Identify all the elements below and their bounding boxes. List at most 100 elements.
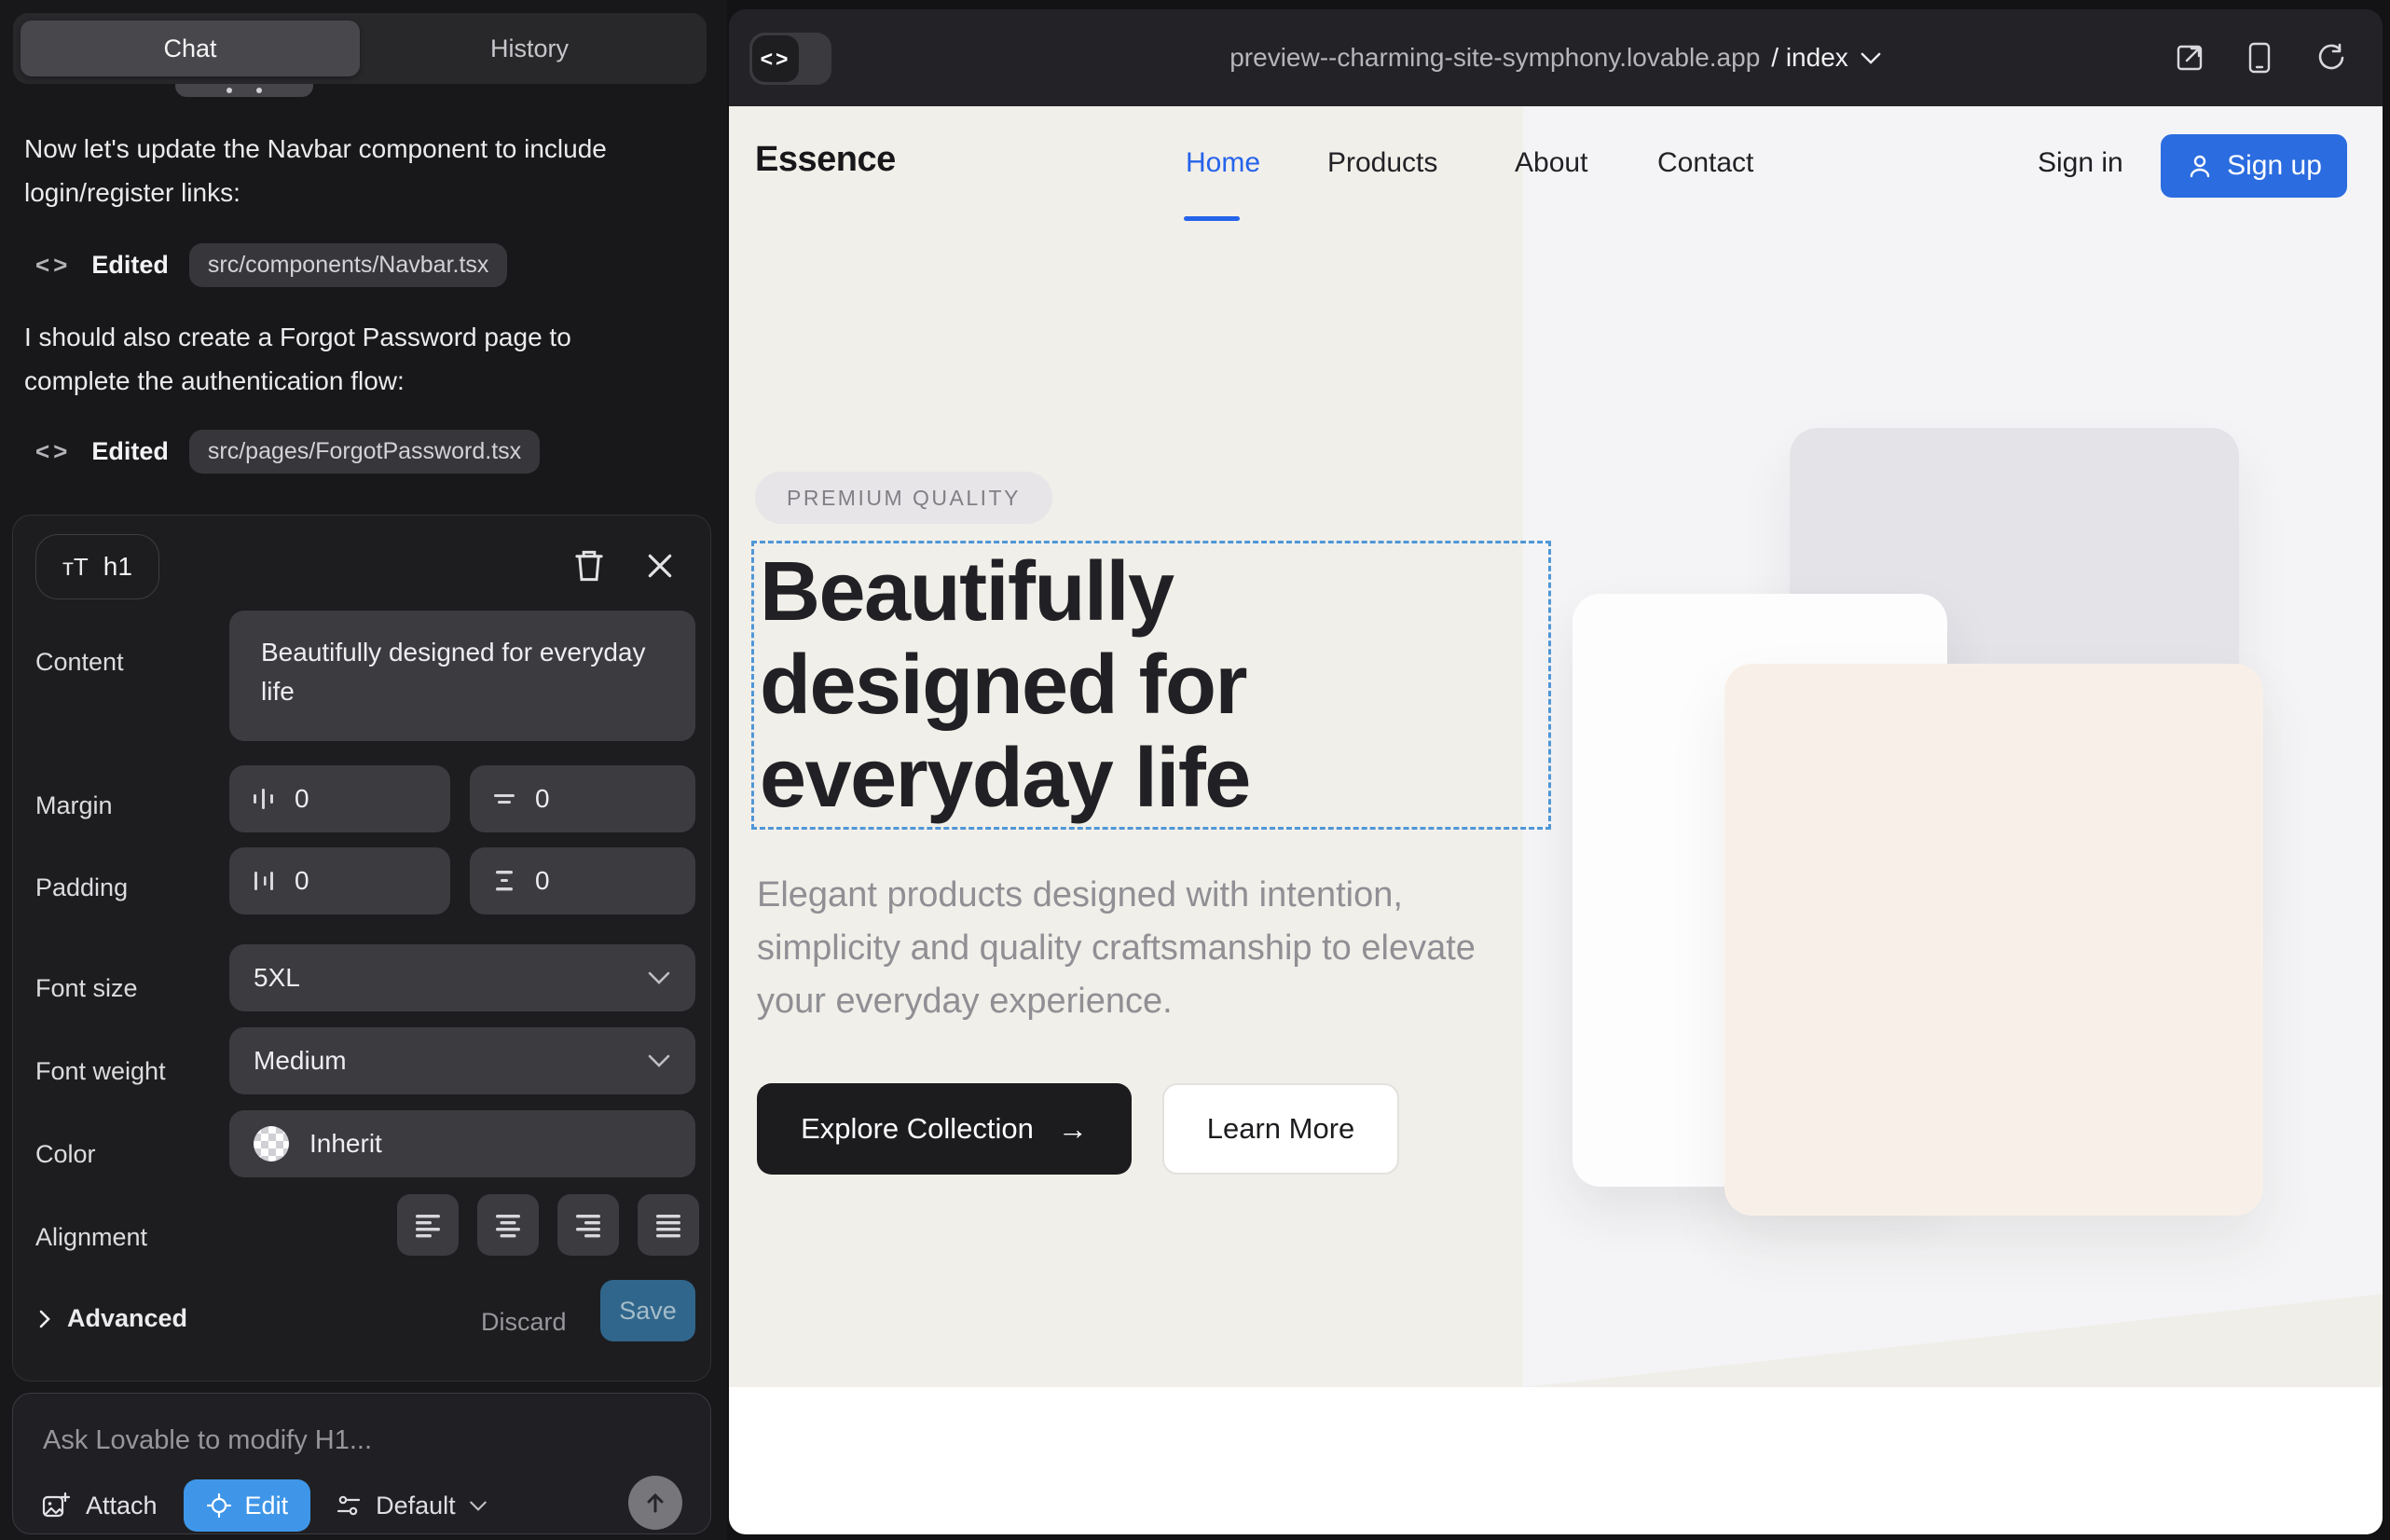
composer-input[interactable]: Ask Lovable to modify H1... [43, 1425, 372, 1456]
explore-collection-button[interactable]: Explore Collection → [757, 1083, 1132, 1175]
chat-sidebar: Chat History Now let's update the Navbar… [0, 0, 727, 1540]
delete-element-button[interactable] [569, 545, 610, 586]
lovable-app: Chat History Now let's update the Navbar… [0, 0, 2390, 1540]
hero-paragraph: Elegant products designed with intention… [757, 869, 1503, 1028]
padding-horizontal-icon [252, 868, 276, 894]
font-size-value: 5XL [254, 963, 300, 993]
mobile-view-button[interactable] [2246, 41, 2273, 75]
sign-up-label: Sign up [2227, 150, 2322, 182]
chevron-down-icon [1860, 51, 1882, 65]
open-external-button[interactable] [2174, 42, 2205, 74]
chat-history-tabbar: Chat History [13, 13, 707, 84]
assistant-message: Now let's update the Navbar component to… [24, 127, 639, 214]
margin-vertical-icon [492, 786, 516, 812]
decorative-card-cream [1724, 664, 2263, 1216]
nav-active-underline [1184, 216, 1240, 221]
color-value: Inherit [309, 1129, 382, 1159]
attach-button[interactable]: Attach [41, 1491, 158, 1520]
nav-link-products[interactable]: Products [1327, 147, 1437, 179]
nav-link-contact[interactable]: Contact [1657, 147, 1753, 179]
chevron-down-icon [647, 970, 671, 985]
site-logo[interactable]: Essence [755, 140, 896, 180]
close-icon [645, 551, 675, 581]
external-link-icon [2174, 42, 2205, 74]
align-center-button[interactable] [477, 1194, 539, 1256]
trash-icon [572, 548, 606, 584]
site-preview-page: Essence Home Products About Contact Sign… [729, 106, 2383, 1534]
margin-x-value: 0 [295, 784, 309, 814]
browser-actions [2174, 9, 2345, 106]
attach-label: Attach [86, 1492, 158, 1520]
color-label: Color [35, 1140, 96, 1169]
color-swatch-icon [254, 1126, 289, 1162]
margin-horizontal-icon [252, 786, 276, 812]
padding-x-value: 0 [295, 866, 309, 896]
hero-section: Essence Home Products About Contact Sign… [729, 106, 2383, 1387]
alignment-label: Alignment [35, 1223, 147, 1252]
content-label: Content [35, 648, 124, 677]
align-left-icon [412, 1209, 444, 1241]
edited-file-row: <> Edited src/pages/ForgotPassword.tsx [35, 427, 540, 475]
sign-up-button[interactable]: Sign up [2161, 134, 2347, 198]
learn-more-button[interactable]: Learn More [1162, 1083, 1399, 1175]
chevron-right-icon [37, 1308, 52, 1330]
padding-y-input[interactable]: 0 [470, 847, 695, 914]
user-icon [2186, 152, 2214, 180]
padding-x-input[interactable]: 0 [229, 847, 450, 914]
edited-file-row: <> Edited src/components/Navbar.tsx [35, 241, 507, 289]
align-right-icon [572, 1209, 604, 1241]
url-domain: preview--charming-site-symphony.lovable.… [1229, 43, 1760, 73]
close-panel-button[interactable] [639, 545, 680, 586]
attach-image-icon [41, 1491, 71, 1520]
font-weight-select[interactable]: Medium [229, 1027, 695, 1094]
discard-button[interactable]: Discard [481, 1308, 567, 1337]
element-tag-label: h1 [103, 552, 132, 582]
tab-chat[interactable]: Chat [21, 21, 360, 76]
composer-toolbar: Attach Edit Defaul [41, 1479, 690, 1532]
edit-mode-button[interactable]: Edit [184, 1479, 311, 1532]
browser-chrome-bar: <> preview--charming-site-symphony.lovab… [729, 9, 2383, 106]
advanced-label: Advanced [67, 1304, 187, 1333]
nav-link-about[interactable]: About [1515, 147, 1587, 179]
color-select[interactable]: Inherit [229, 1110, 695, 1177]
send-button[interactable] [628, 1476, 682, 1530]
target-icon [206, 1492, 232, 1519]
url-bar[interactable]: preview--charming-site-symphony.lovable.… [729, 9, 2383, 106]
advanced-toggle[interactable]: Advanced [37, 1304, 187, 1333]
selected-h1-outline[interactable]: Beautifully designed for everyday life [751, 541, 1551, 830]
font-size-select[interactable]: 5XL [229, 944, 695, 1011]
edited-label: Edited [91, 437, 169, 466]
save-button[interactable]: Save [600, 1280, 695, 1341]
font-size-label: Font size [35, 974, 138, 1003]
sliders-icon [335, 1492, 363, 1519]
align-justify-button[interactable] [638, 1194, 699, 1256]
refresh-button[interactable] [2314, 42, 2345, 74]
margin-y-value: 0 [535, 784, 550, 814]
edited-file-badge[interactable]: src/pages/ForgotPassword.tsx [189, 430, 540, 474]
arrow-right-icon: → [1058, 1112, 1088, 1147]
align-left-button[interactable] [397, 1194, 459, 1256]
font-weight-label: Font weight [35, 1057, 166, 1086]
preview-browser-frame: <> preview--charming-site-symphony.lovab… [729, 9, 2383, 1534]
code-icon: <> [35, 437, 71, 466]
padding-vertical-icon [492, 868, 516, 894]
model-mode-select[interactable]: Default [335, 1492, 488, 1520]
premium-quality-badge: PREMIUM QUALITY [755, 472, 1052, 524]
hero-heading[interactable]: Beautifully designed for everyday life [760, 545, 1533, 825]
edit-label: Edit [245, 1492, 289, 1520]
edited-file-badge[interactable]: src/components/Navbar.tsx [189, 243, 508, 287]
align-center-icon [492, 1209, 524, 1241]
align-right-button[interactable] [557, 1194, 619, 1256]
chat-composer: Ask Lovable to modify H1... Attach [12, 1393, 711, 1534]
margin-y-input[interactable]: 0 [470, 765, 695, 832]
margin-label: Margin [35, 791, 113, 820]
element-editor-panel: тT h1 Content Beautifully designed fo [12, 515, 711, 1382]
sign-in-link[interactable]: Sign in [2038, 147, 2123, 179]
content-input[interactable]: Beautifully designed for everyday life [229, 611, 695, 741]
tab-history[interactable]: History [360, 21, 699, 76]
selected-element-tag: тT h1 [35, 534, 159, 599]
nav-link-home[interactable]: Home [1186, 147, 1260, 179]
align-justify-icon [652, 1209, 684, 1241]
code-icon: <> [35, 251, 71, 280]
margin-x-input[interactable]: 0 [229, 765, 450, 832]
